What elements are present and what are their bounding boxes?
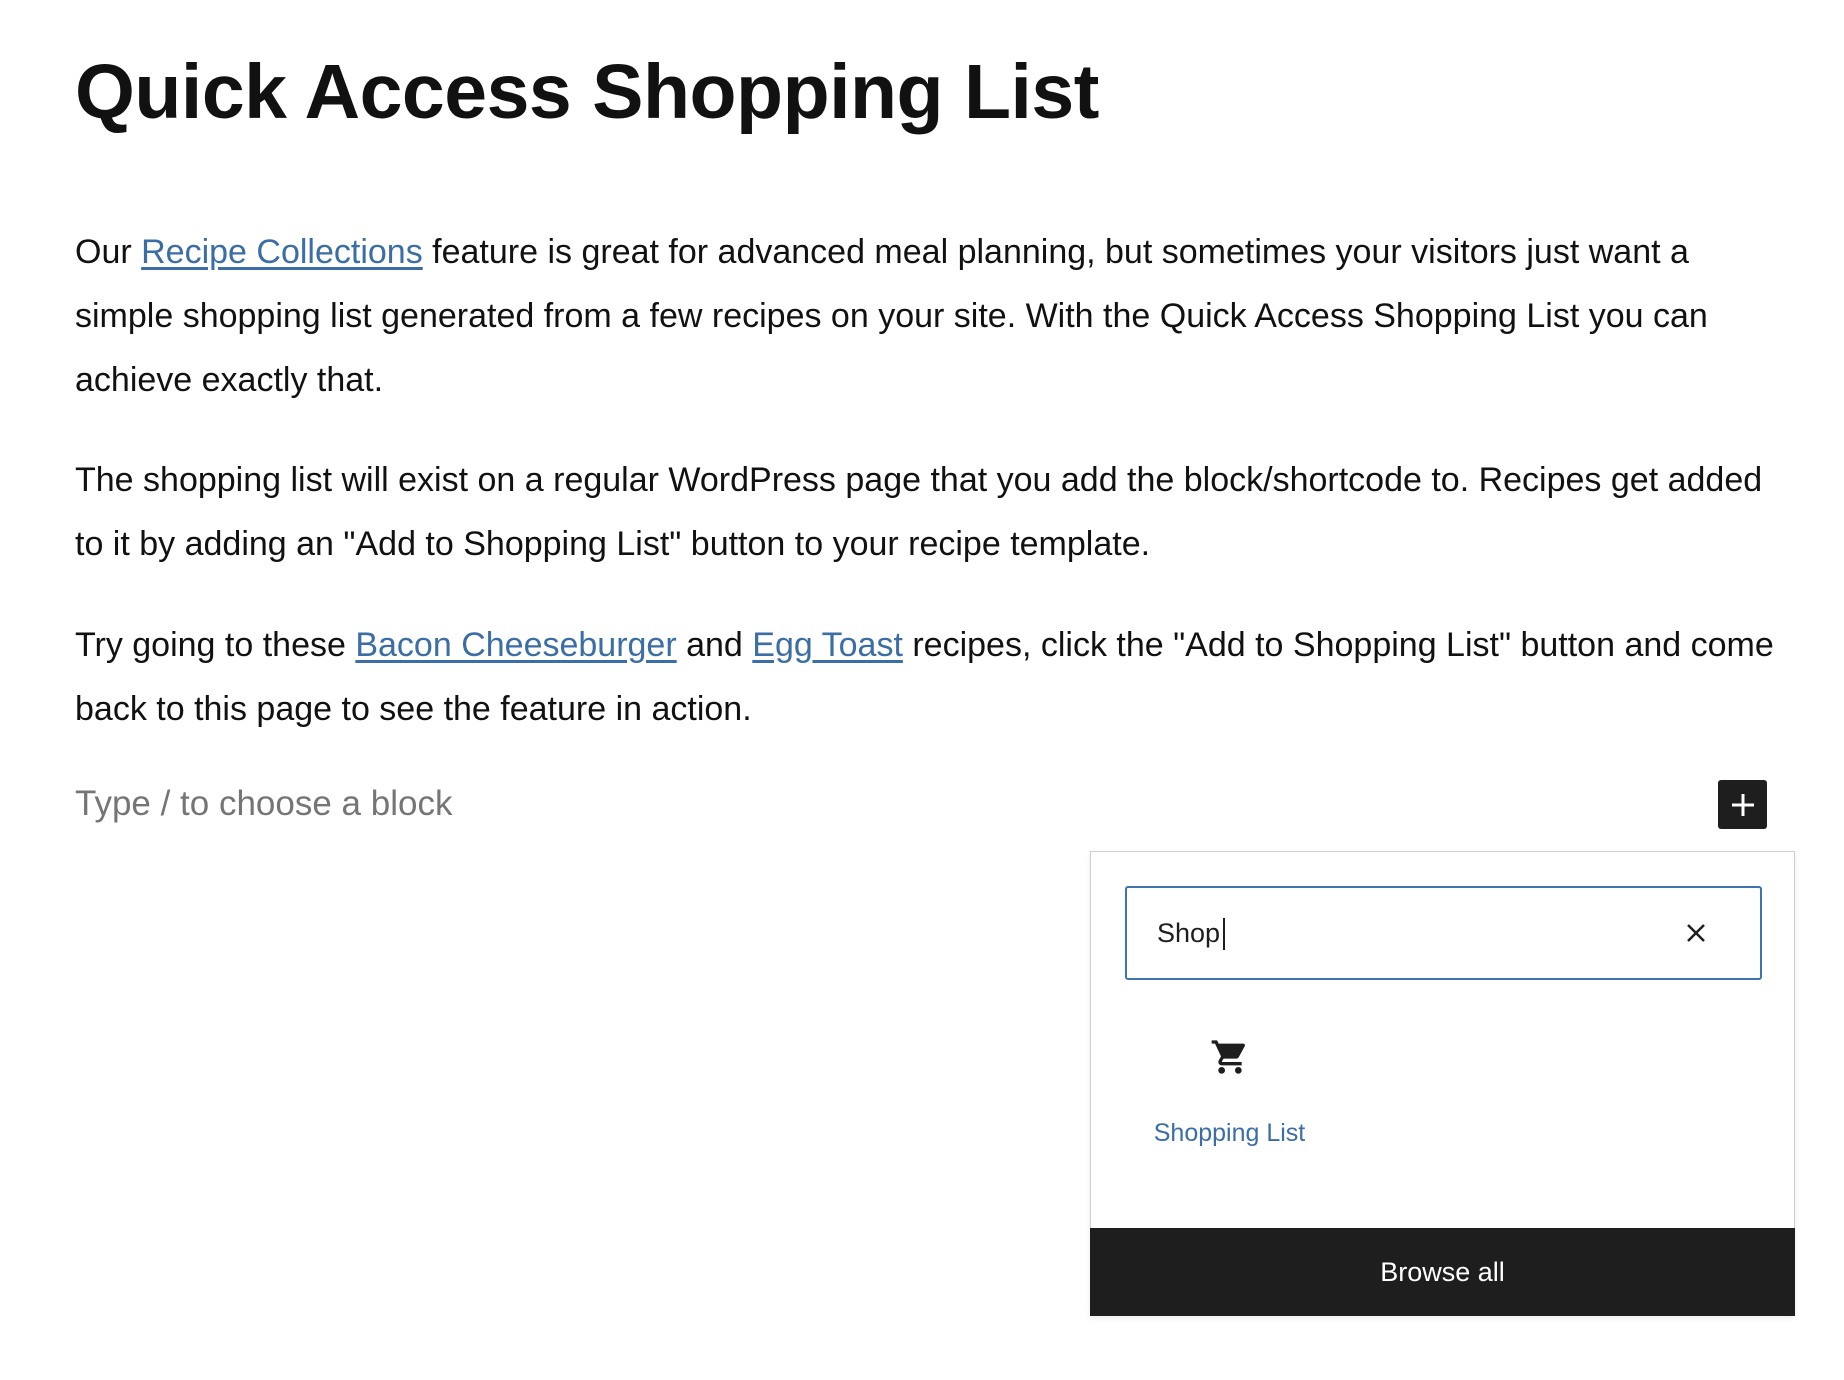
paragraph-text: Try going to these bbox=[75, 626, 356, 664]
plus-icon bbox=[1731, 793, 1754, 816]
cart-icon bbox=[1211, 1040, 1246, 1074]
paragraph-try[interactable]: Try going to these Bacon Cheeseburger an… bbox=[75, 613, 1775, 741]
block-result-label: Shopping List bbox=[1153, 1119, 1306, 1147]
block-result-shopping-list[interactable]: Shopping List bbox=[1137, 1037, 1322, 1167]
paragraph-text: and bbox=[676, 626, 753, 664]
block-inserter-popover: Shopping List Browse all bbox=[1090, 851, 1795, 1316]
paragraph-text: Our bbox=[75, 233, 142, 271]
page-title: Quick Access Shopping List bbox=[75, 49, 1099, 135]
browse-all-button[interactable]: Browse all bbox=[1090, 1228, 1795, 1316]
clear-search-button[interactable] bbox=[1678, 915, 1714, 951]
block-search-input[interactable] bbox=[1127, 903, 1677, 963]
block-inserter-button[interactable] bbox=[1718, 780, 1767, 829]
bacon-cheeseburger-link[interactable]: Bacon Cheeseburger bbox=[355, 626, 676, 664]
paragraph-intro[interactable]: Our Recipe Collections feature is great … bbox=[75, 220, 1775, 412]
block-search-box[interactable] bbox=[1125, 886, 1762, 980]
paragraph-text: The shopping list will exist on a regula… bbox=[75, 461, 1763, 563]
text-caret bbox=[1223, 918, 1225, 950]
block-placeholder[interactable]: Type / to choose a block bbox=[75, 784, 452, 824]
close-icon bbox=[1687, 924, 1705, 942]
paragraph-details[interactable]: The shopping list will exist on a regula… bbox=[75, 448, 1775, 576]
recipe-collections-link[interactable]: Recipe Collections bbox=[141, 233, 423, 271]
egg-toast-link[interactable]: Egg Toast bbox=[752, 626, 903, 664]
